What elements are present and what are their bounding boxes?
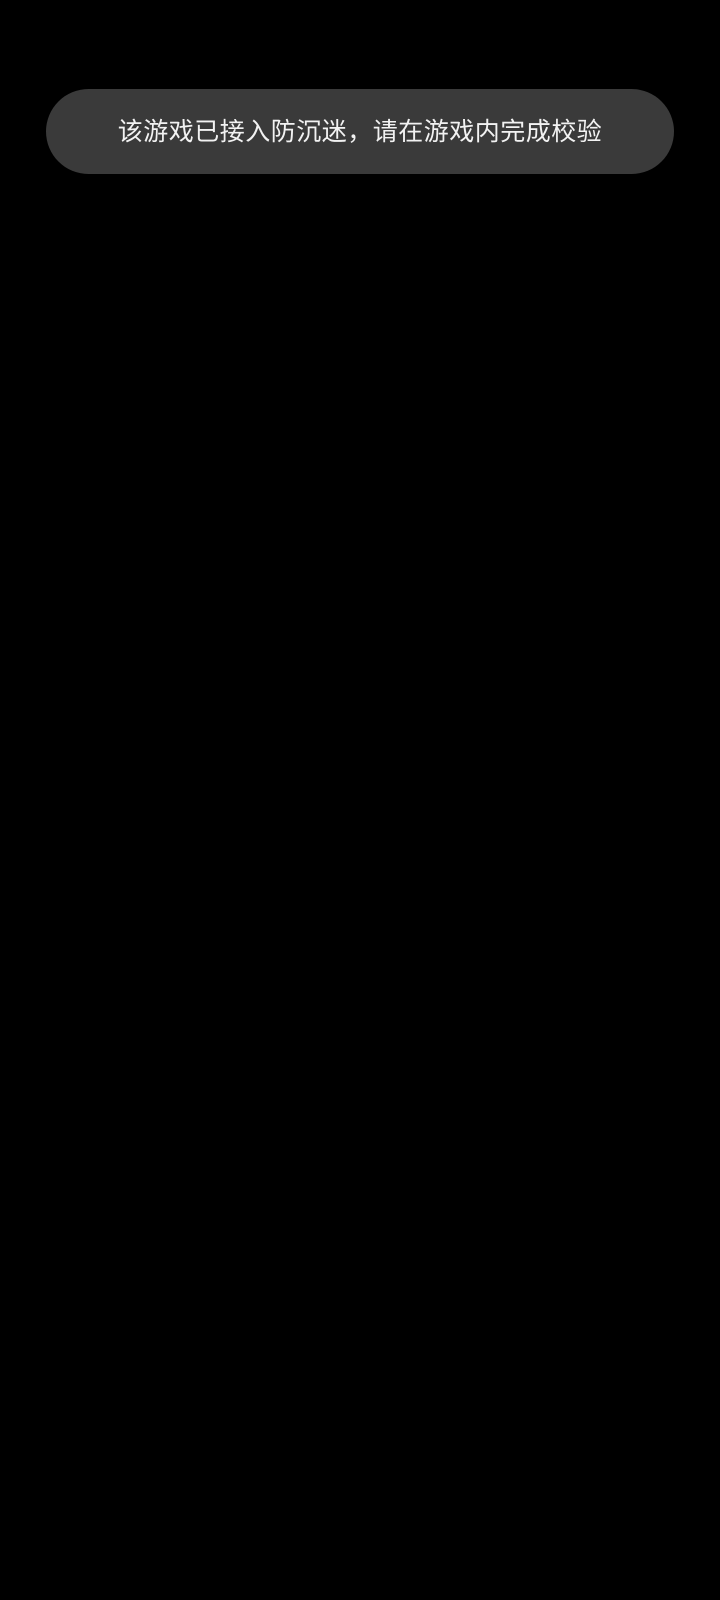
anti-addiction-toast: 该游戏已接入防沉迷，请在游戏内完成校验 — [46, 89, 674, 174]
toast-message: 该游戏已接入防沉迷，请在游戏内完成校验 — [117, 117, 603, 146]
game-screen: 该游戏已接入防沉迷，请在游戏内完成校验 — [0, 0, 720, 1600]
